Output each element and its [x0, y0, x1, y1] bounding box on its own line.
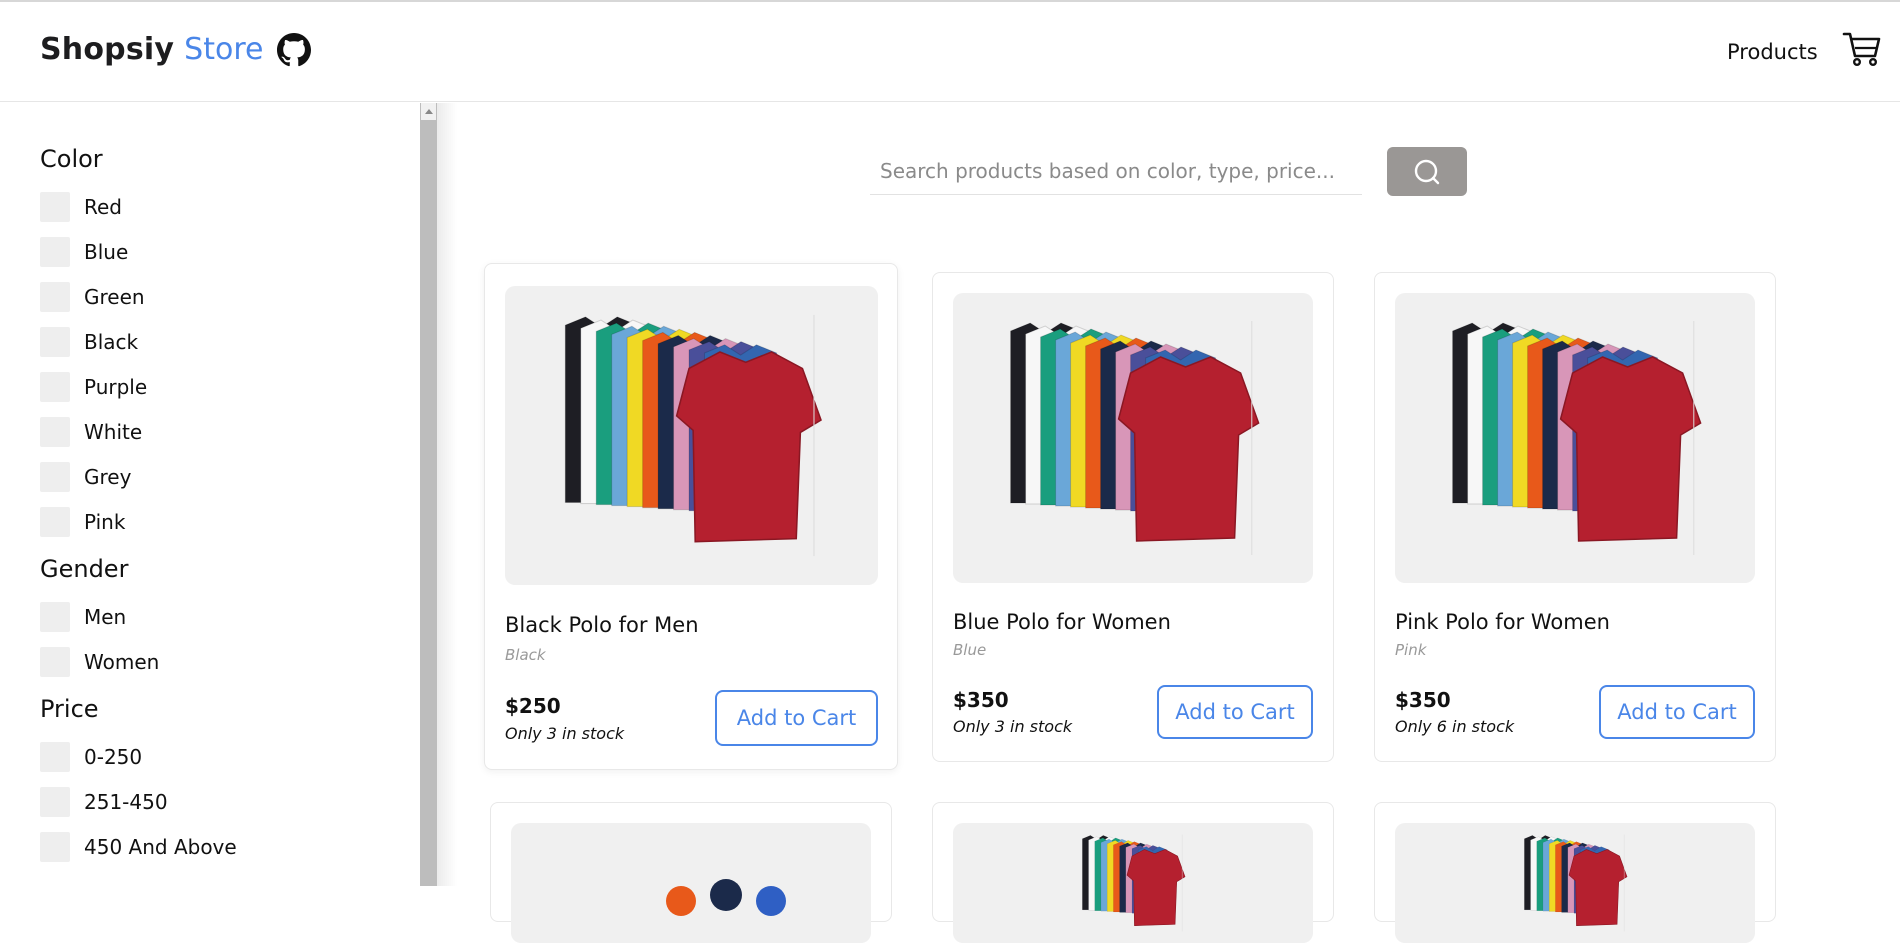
product-card[interactable]: Black Polo for Men Black $250 Only 3 in …	[484, 263, 898, 770]
product-image[interactable]	[953, 293, 1313, 583]
product-color: Black	[505, 646, 546, 664]
filter-option-label: Men	[84, 605, 127, 629]
filter-option-red[interactable]: Red	[40, 192, 122, 222]
product-photo	[1524, 834, 1628, 932]
product-stock: Only 3 in stock	[953, 717, 1073, 736]
sidebar-scrollbar[interactable]	[420, 103, 437, 886]
search-icon	[1414, 159, 1440, 184]
scroll-shadow	[437, 103, 457, 886]
product-card[interactable]	[1374, 802, 1776, 943]
filter-sidebar: Color Red Blue Green Black Purple White …	[0, 103, 420, 886]
filter-option-label: Red	[84, 195, 122, 219]
product-photo	[1082, 834, 1186, 932]
checkbox[interactable]	[40, 417, 70, 447]
search-input[interactable]	[870, 147, 1362, 195]
filter-option-label: Green	[84, 285, 145, 309]
product-photo	[666, 879, 786, 916]
filter-option-label: White	[84, 420, 143, 444]
nav-products-link[interactable]: Products	[1727, 40, 1818, 64]
brand-name: Shopsiy	[40, 32, 175, 67]
add-to-cart-button[interactable]: Add to Cart	[1599, 685, 1755, 739]
cart-icon[interactable]	[1842, 28, 1882, 68]
checkbox[interactable]	[40, 787, 70, 817]
filter-option-label: 450 And Above	[84, 835, 237, 859]
product-price: $250	[505, 694, 561, 718]
filter-option-price-251-450[interactable]: 251-450	[40, 787, 168, 817]
filter-gender-title: Gender	[40, 555, 129, 583]
add-to-cart-button[interactable]: Add to Cart	[715, 690, 878, 746]
checkbox[interactable]	[40, 742, 70, 772]
checkbox[interactable]	[40, 602, 70, 632]
filter-option-women[interactable]: Women	[40, 647, 159, 677]
filter-option-label: Purple	[84, 375, 148, 399]
filter-option-label: Grey	[84, 465, 132, 489]
filter-option-price-450-above[interactable]: 450 And Above	[40, 832, 237, 862]
filter-option-label: 251-450	[84, 790, 168, 814]
product-image[interactable]	[505, 286, 878, 585]
checkbox[interactable]	[40, 192, 70, 222]
filter-price-title: Price	[40, 695, 99, 723]
checkbox[interactable]	[40, 327, 70, 357]
add-to-cart-button[interactable]: Add to Cart	[1157, 685, 1313, 739]
checkbox[interactable]	[40, 832, 70, 862]
brand-suffix: Store	[184, 32, 264, 67]
product-card[interactable]	[932, 802, 1334, 943]
checkbox[interactable]	[40, 237, 70, 267]
product-photo	[1010, 321, 1260, 555]
product-card[interactable]: Pink Polo for Women Pink $350 Only 6 in …	[1374, 272, 1776, 762]
product-stock: Only 3 in stock	[505, 724, 625, 743]
filter-option-green[interactable]: Green	[40, 282, 145, 312]
github-icon[interactable]	[277, 32, 312, 67]
product-image[interactable]	[1395, 823, 1755, 943]
filter-option-pink[interactable]: Pink	[40, 507, 125, 537]
product-photo	[1452, 321, 1702, 555]
product-image[interactable]	[511, 823, 871, 943]
brand-logo[interactable]: Shopsiy Store	[40, 32, 312, 67]
product-photo	[564, 314, 822, 557]
filter-option-label: 0-250	[84, 745, 143, 769]
product-card[interactable]	[490, 802, 892, 943]
filter-option-black[interactable]: Black	[40, 327, 138, 357]
filter-option-men[interactable]: Men	[40, 602, 126, 632]
product-card[interactable]: Blue Polo for Women Blue $350 Only 3 in …	[932, 272, 1334, 762]
checkbox[interactable]	[40, 507, 70, 537]
filter-option-blue[interactable]: Blue	[40, 237, 128, 267]
filter-option-label: Black	[84, 330, 139, 354]
filter-option-grey[interactable]: Grey	[40, 462, 131, 492]
top-navbar: Shopsiy Store Products	[0, 2, 1900, 102]
product-name[interactable]: Black Polo for Men	[505, 613, 699, 637]
scroll-up-arrow-icon[interactable]	[421, 103, 436, 120]
product-stock: Only 6 in stock	[1395, 717, 1515, 736]
filter-option-label: Women	[84, 650, 160, 674]
product-name[interactable]: Blue Polo for Women	[953, 610, 1171, 634]
checkbox[interactable]	[40, 647, 70, 677]
product-price: $350	[1395, 688, 1451, 712]
filter-option-price-0-250[interactable]: 0-250	[40, 742, 142, 772]
product-price: $350	[953, 688, 1009, 712]
checkbox[interactable]	[40, 462, 70, 492]
checkbox[interactable]	[40, 282, 70, 312]
filter-color-title: Color	[40, 145, 103, 173]
product-name[interactable]: Pink Polo for Women	[1395, 610, 1610, 634]
filter-option-label: Blue	[84, 240, 129, 264]
checkbox[interactable]	[40, 372, 70, 402]
filter-option-label: Pink	[84, 510, 126, 534]
product-image[interactable]	[953, 823, 1313, 943]
product-color: Pink	[1395, 641, 1427, 659]
filter-option-purple[interactable]: Purple	[40, 372, 147, 402]
product-image[interactable]	[1395, 293, 1755, 583]
filter-option-white[interactable]: White	[40, 417, 142, 447]
product-color: Blue	[953, 641, 987, 659]
search-button[interactable]	[1387, 147, 1467, 196]
